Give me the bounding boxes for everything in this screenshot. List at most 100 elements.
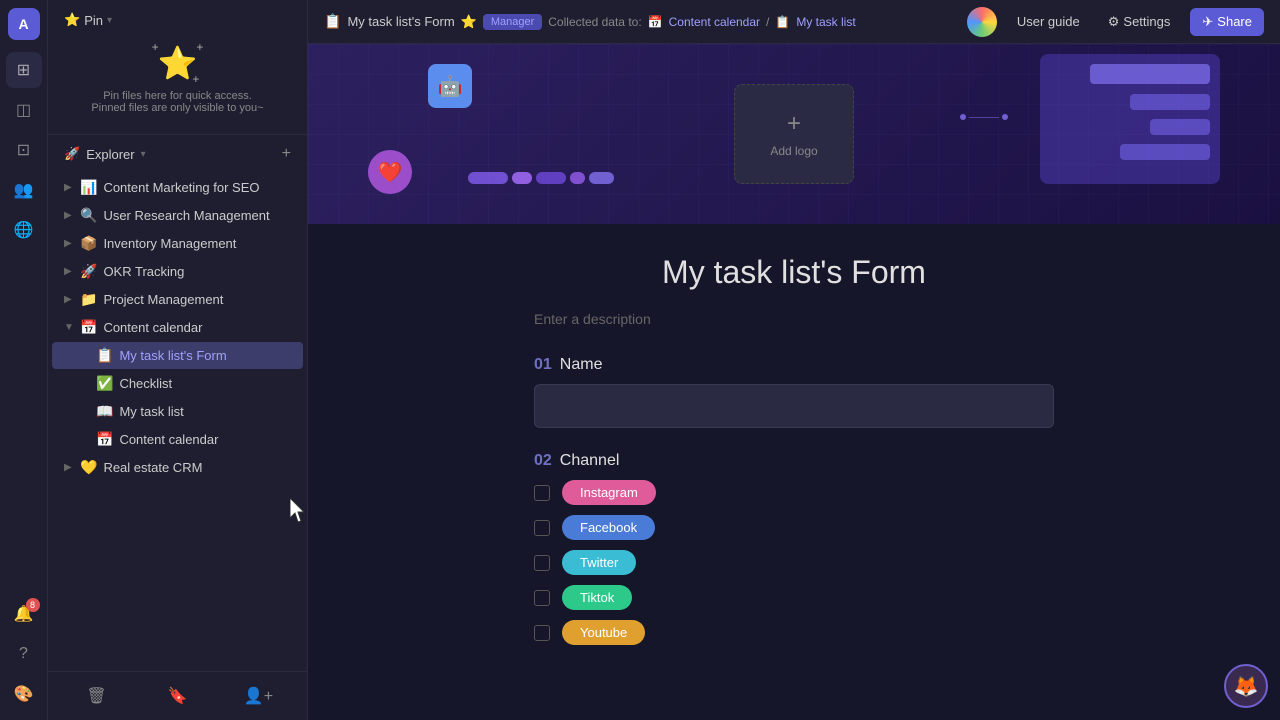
share-button[interactable]: ✈ Share — [1190, 8, 1264, 36]
item-icon: 🚀 — [80, 263, 97, 280]
list-icon: 📋 — [775, 15, 790, 29]
explorer-label: Explorer — [86, 147, 134, 162]
tree-item-label: Content Marketing for SEO — [103, 180, 259, 195]
channel-checkbox-instagram[interactable] — [534, 485, 550, 501]
item-icon: 📋 — [96, 347, 113, 364]
nav-grid-icon[interactable]: ⊡ — [6, 132, 42, 168]
field-label-name: 01 Name — [534, 356, 1054, 374]
channel-list: Instagram Facebook Twitter — [534, 480, 1054, 645]
channel-tag-instagram[interactable]: Instagram — [562, 480, 656, 505]
tree-item-task-form[interactable]: 📋 My task list's Form — [52, 342, 303, 369]
channel-checkbox-youtube[interactable] — [534, 625, 550, 641]
favorite-star-icon[interactable]: ⭐ — [461, 14, 477, 30]
add-logo-button[interactable]: + Add logo — [734, 84, 854, 184]
item-icon: 📁 — [80, 291, 97, 308]
bookmark-icon[interactable]: 🔖 — [162, 680, 194, 712]
assistant-avatar[interactable]: 🦊 — [1224, 664, 1268, 708]
tree-item-inventory[interactable]: ▶ 📦 Inventory Management — [52, 230, 303, 257]
nav-help-icon[interactable]: ? — [6, 636, 42, 672]
chevron-down-icon: ▾ — [107, 15, 112, 26]
tree-item-label: Checklist — [119, 376, 172, 391]
name-input[interactable] — [534, 384, 1054, 428]
trash-icon[interactable]: 🗑 — [81, 680, 113, 712]
channel-checkbox-facebook[interactable] — [534, 520, 550, 536]
manager-badge: Manager — [483, 14, 542, 30]
item-icon: 📖 — [96, 403, 113, 420]
channel-checkbox-twitter[interactable] — [534, 555, 550, 571]
tree-item-project[interactable]: ▶ 📁 Project Management — [52, 286, 303, 313]
arrow-icon: ▶ — [64, 462, 76, 473]
share-label: Share — [1217, 14, 1252, 29]
field-label-channel: 02 Channel — [534, 452, 1054, 470]
channel-tag-twitter[interactable]: Twitter — [562, 550, 636, 575]
channel-tag-youtube[interactable]: Youtube — [562, 620, 645, 645]
form-title: My task list's Form — [534, 254, 1054, 291]
plus-icon: + — [787, 110, 801, 138]
task-list-link[interactable]: My task list — [796, 15, 855, 29]
user-guide-button[interactable]: User guide — [1009, 10, 1088, 33]
field-channel-label: Channel — [560, 452, 620, 470]
tree-item-okr[interactable]: ▶ 🚀 OKR Tracking — [52, 258, 303, 285]
tree-item-label: Content calendar — [103, 320, 202, 335]
channel-checkbox-tiktok[interactable] — [534, 590, 550, 606]
gradient-avatar[interactable] — [967, 7, 997, 37]
nav-globe-icon[interactable]: 🌐 — [6, 212, 42, 248]
pin-description2: Pinned files are only visible to you~ — [91, 102, 263, 114]
arrow-icon: ▶ — [64, 266, 76, 277]
tree-item-label: My task list — [119, 404, 183, 419]
tree-item-label: Content calendar — [119, 432, 218, 447]
nav-notification-icon[interactable]: 🔔 8 — [6, 596, 42, 632]
channel-item-facebook: Facebook — [534, 515, 1054, 540]
header-right: User guide ⚙ Settings ✈ Share — [967, 7, 1264, 37]
main-content: 📋 My task list's Form ⭐ Manager Collecte… — [308, 0, 1280, 720]
pin-content: ⭐ + + + Pin files here for quick access.… — [64, 36, 291, 122]
arrow-icon: ▶ — [64, 238, 76, 249]
settings-button[interactable]: ⚙ Settings — [1100, 10, 1179, 34]
explorer-title[interactable]: 🚀 Explorer ▾ — [64, 146, 146, 162]
arrow-icon: ▶ — [64, 294, 76, 305]
explorer-sidebar: ⭐ Pin ▾ ⭐ + + + Pin files here for quick… — [48, 0, 308, 720]
channel-tag-tiktok[interactable]: Tiktok — [562, 585, 632, 610]
tree-item-label: User Research Management — [103, 208, 269, 223]
share-icon: ✈ — [1202, 14, 1213, 30]
form-field-name: 01 Name — [534, 356, 1054, 428]
tree-item-content-calendar[interactable]: ▼ 📅 Content calendar — [52, 314, 303, 341]
tree-item-label: Project Management — [103, 292, 223, 307]
tree-item-task-list[interactable]: 📖 My task list — [52, 398, 303, 425]
form-description-placeholder[interactable]: Enter a description — [534, 307, 1054, 332]
item-icon: 📊 — [80, 179, 97, 196]
item-icon: 📦 — [80, 235, 97, 252]
arrow-icon: ▶ — [64, 210, 76, 221]
sidebar-bottom: 🗑 🔖 👤+ — [48, 671, 307, 720]
calendar-icon: 📅 — [648, 15, 663, 29]
field-name-label: Name — [560, 356, 603, 374]
channel-item-instagram: Instagram — [534, 480, 1054, 505]
tree-item-label: Real estate CRM — [103, 460, 202, 475]
add-user-icon[interactable]: 👤+ — [243, 680, 275, 712]
tree-item-content-marketing[interactable]: ▶ 📊 Content Marketing for SEO — [52, 174, 303, 201]
tree-item-label: My task list's Form — [119, 348, 226, 363]
explorer-header: 🚀 Explorer ▾ + — [48, 135, 307, 173]
collected-label: Collected data to: — [548, 15, 641, 29]
tree-item-label: Inventory Management — [103, 236, 236, 251]
breadcrumb-form-icon: 📋 — [324, 13, 341, 30]
tree-item-user-research[interactable]: ▶ 🔍 User Research Management — [52, 202, 303, 229]
content-calendar-link[interactable]: Content calendar — [669, 15, 760, 29]
nav-home-icon[interactable]: ⊞ — [6, 52, 42, 88]
nav-color-icon[interactable]: 🎨 — [6, 676, 42, 712]
pin-section: ⭐ Pin ▾ ⭐ + + + Pin files here for quick… — [48, 0, 307, 135]
tree-item-real-estate[interactable]: ▶ 💛 Real estate CRM — [52, 454, 303, 481]
tree-item-checklist[interactable]: ✅ Checklist — [52, 370, 303, 397]
tree-item-content-cal-sub[interactable]: 📅 Content calendar — [52, 426, 303, 453]
form-banner: 🤖 ❤️ — [308, 44, 1280, 224]
star-icon: ⭐ — [64, 12, 80, 28]
arrow-icon: ▼ — [64, 322, 76, 333]
pin-header[interactable]: ⭐ Pin ▾ — [64, 12, 291, 28]
nav-people-icon[interactable]: 👥 — [6, 172, 42, 208]
avatar[interactable]: A — [8, 8, 40, 40]
item-icon: 💛 — [80, 459, 97, 476]
channel-tag-facebook[interactable]: Facebook — [562, 515, 655, 540]
explorer-add-button[interactable]: + — [282, 145, 291, 163]
tree-item-label: OKR Tracking — [103, 264, 184, 279]
nav-search-icon[interactable]: ◫ — [6, 92, 42, 128]
